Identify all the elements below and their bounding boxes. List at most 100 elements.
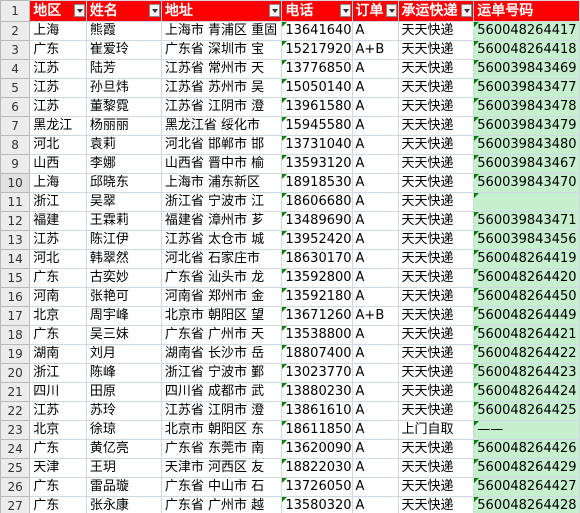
cell-region[interactable]: 四川	[29, 382, 87, 402]
cell-phone[interactable]: 13489690	[281, 211, 353, 231]
column-header-name[interactable]: 姓名	[85, 0, 162, 22]
cell-address[interactable]: 河北省 石家庄市	[160, 249, 283, 269]
cell-tracking-number[interactable]: 560048264428	[473, 496, 580, 513]
cell-courier[interactable]: 天天快递	[397, 496, 475, 513]
cell-name[interactable]: 李娜	[85, 154, 162, 174]
cell-courier[interactable]: 天天快递	[397, 59, 475, 79]
cell-name[interactable]: 邱晓东	[85, 173, 162, 193]
cell-name[interactable]: 吴翠	[85, 192, 162, 212]
cell-courier[interactable]: 天天快递	[397, 154, 475, 174]
row-number-21[interactable]: 21	[0, 382, 31, 402]
cell-address[interactable]: 广东省 东莞市 南	[160, 439, 283, 459]
cell-phone[interactable]: 13580320	[281, 496, 353, 513]
cell-courier[interactable]: 天天快递	[397, 287, 475, 307]
cell-phone[interactable]: 15050140	[281, 78, 353, 98]
cell-address[interactable]: 浙江省 宁波市 鄞	[160, 363, 283, 383]
filter-dropdown-icon[interactable]	[385, 4, 397, 17]
cell-address[interactable]: 江苏省 常州市 天	[160, 59, 283, 79]
cell-address[interactable]: 江苏省 江阴市 澄	[160, 401, 283, 421]
cell-order[interactable]: A	[351, 496, 399, 513]
cell-name[interactable]: 孙旦炜	[85, 78, 162, 98]
row-number-4[interactable]: 4	[0, 59, 31, 79]
column-header-courier[interactable]: 承运快递	[397, 0, 475, 22]
column-header-phone[interactable]: 电话	[281, 0, 353, 22]
cell-region[interactable]: 山西	[29, 154, 87, 174]
cell-order[interactable]: A	[351, 59, 399, 79]
cell-name[interactable]: 袁莉	[85, 135, 162, 155]
cell-phone[interactable]: 13620090	[281, 439, 353, 459]
cell-courier[interactable]: 天天快递	[397, 477, 475, 497]
cell-order[interactable]: A	[351, 116, 399, 136]
cell-address[interactable]: 广东省 中山市 石	[160, 477, 283, 497]
cell-phone[interactable]: 13023770	[281, 363, 353, 383]
cell-address[interactable]: 上海市 青浦区 重固	[160, 21, 283, 41]
cell-phone[interactable]: 13592180	[281, 287, 353, 307]
cell-phone[interactable]: 13593120	[281, 154, 353, 174]
cell-order[interactable]: A	[351, 97, 399, 117]
cell-tracking-number[interactable]: 560048264427	[473, 477, 580, 497]
cell-tracking-number[interactable]: 560048264450	[473, 287, 580, 307]
cell-courier[interactable]: 天天快递	[397, 439, 475, 459]
cell-courier[interactable]: 天天快递	[397, 40, 475, 60]
cell-tracking-number[interactable]: 560039843470	[473, 173, 580, 193]
cell-courier[interactable]: 天天快递	[397, 211, 475, 231]
cell-order[interactable]: A	[351, 173, 399, 193]
cell-phone[interactable]: 18807400	[281, 344, 353, 364]
cell-region[interactable]: 江苏	[29, 230, 87, 250]
row-number-20[interactable]: 20	[0, 363, 31, 383]
cell-order[interactable]: A	[351, 249, 399, 269]
cell-phone[interactable]: 13641640	[281, 21, 353, 41]
cell-address[interactable]: 江苏省 江阴市 澄	[160, 97, 283, 117]
cell-region[interactable]: 河北	[29, 135, 87, 155]
row-number-25[interactable]: 25	[0, 458, 31, 478]
row-number-8[interactable]: 8	[0, 135, 31, 155]
cell-address[interactable]: 山西省 晋中市 榆	[160, 154, 283, 174]
cell-address[interactable]: 广东省 广州市 越	[160, 496, 283, 513]
row-number-2[interactable]: 2	[0, 21, 31, 41]
cell-address[interactable]: 湖南省 长沙市 岳	[160, 344, 283, 364]
row-number-18[interactable]: 18	[0, 325, 31, 345]
row-number-14[interactable]: 14	[0, 249, 31, 269]
cell-tracking-number[interactable]: 560039843478	[473, 97, 580, 117]
cell-region[interactable]: 广东	[29, 325, 87, 345]
cell-name[interactable]: 吴三妹	[85, 325, 162, 345]
cell-name[interactable]: 张艳可	[85, 287, 162, 307]
cell-courier[interactable]: 天天快递	[397, 21, 475, 41]
row-number-5[interactable]: 5	[0, 78, 31, 98]
cell-courier[interactable]: 天天快递	[397, 363, 475, 383]
cell-tracking-number[interactable]: 560048264449	[473, 306, 580, 326]
row-number-15[interactable]: 15	[0, 268, 31, 288]
cell-region[interactable]: 江苏	[29, 401, 87, 421]
cell-tracking-number[interactable]: 560048264423	[473, 363, 580, 383]
cell-region[interactable]: 河北	[29, 249, 87, 269]
cell-address[interactable]: 江苏省 苏州市 吴	[160, 78, 283, 98]
cell-order[interactable]: A	[351, 439, 399, 459]
cell-courier[interactable]: 天天快递	[397, 458, 475, 478]
cell-order[interactable]: A	[351, 268, 399, 288]
row-number-1[interactable]: 1	[0, 0, 31, 22]
cell-courier[interactable]: 天天快递	[397, 401, 475, 421]
cell-name[interactable]: 陈江伊	[85, 230, 162, 250]
cell-courier[interactable]: 天天快递	[397, 382, 475, 402]
cell-phone[interactable]: 18918530	[281, 173, 353, 193]
cell-address[interactable]: 河北省 邯郸市 邯	[160, 135, 283, 155]
row-number-9[interactable]: 9	[0, 154, 31, 174]
cell-address[interactable]: 北京市 朝阳区 望	[160, 306, 283, 326]
cell-phone[interactable]: 13731040	[281, 135, 353, 155]
cell-order[interactable]: A	[351, 325, 399, 345]
cell-name[interactable]: 雷品璇	[85, 477, 162, 497]
row-number-3[interactable]: 3	[0, 40, 31, 60]
cell-phone[interactable]: 18822030	[281, 458, 353, 478]
cell-name[interactable]: 董黎霓	[85, 97, 162, 117]
cell-order[interactable]: A	[351, 192, 399, 212]
cell-region[interactable]: 河南	[29, 287, 87, 307]
cell-region[interactable]: 广东	[29, 268, 87, 288]
cell-order[interactable]: A	[351, 344, 399, 364]
row-number-6[interactable]: 6	[0, 97, 31, 117]
cell-courier[interactable]: 上门自取	[397, 420, 475, 440]
cell-name[interactable]: 崔爱玲	[85, 40, 162, 60]
cell-name[interactable]: 古奕妙	[85, 268, 162, 288]
cell-address[interactable]: 广东省 广州市 天	[160, 325, 283, 345]
cell-courier[interactable]: 天天快递	[397, 78, 475, 98]
cell-name[interactable]: 张永康	[85, 496, 162, 513]
